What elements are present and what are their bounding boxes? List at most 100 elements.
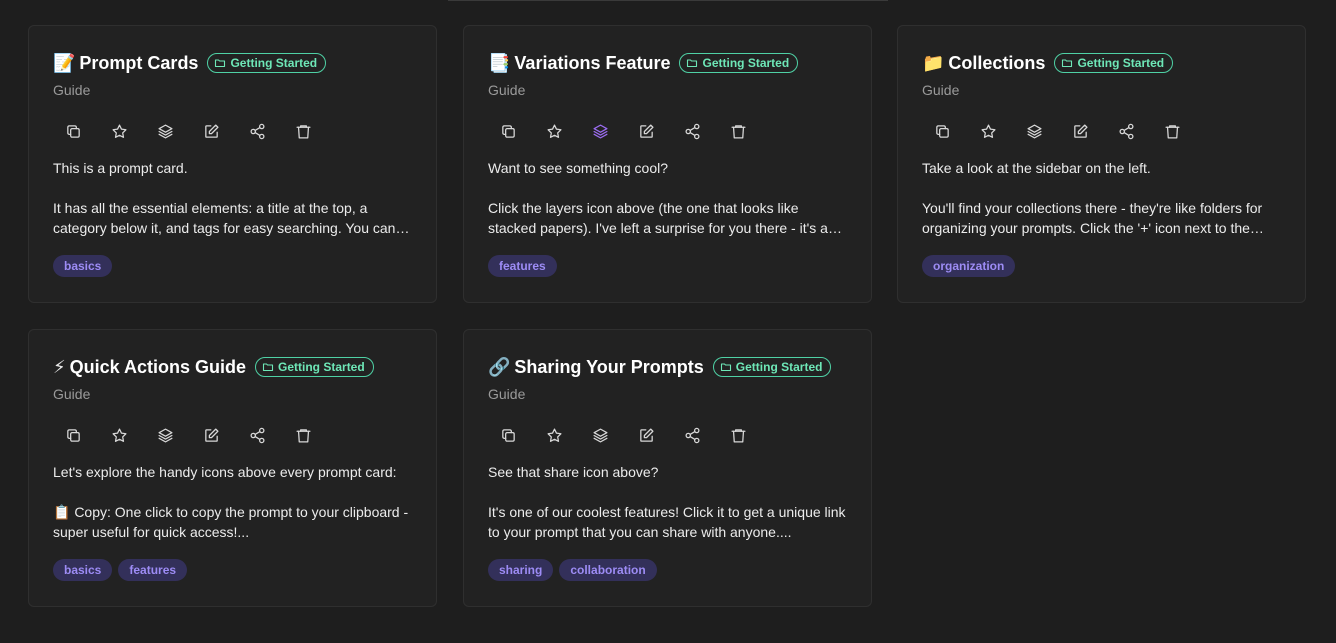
card-emoji: 🔗 bbox=[488, 357, 511, 377]
card-detail: It has all the essential elements: a tit… bbox=[53, 200, 396, 236]
share-button[interactable] bbox=[249, 121, 295, 141]
card-title[interactable]: Sharing Your Prompts bbox=[514, 356, 703, 378]
collection-badge[interactable]: Getting Started bbox=[207, 53, 327, 73]
card-title[interactable]: Prompt Cards bbox=[79, 52, 198, 74]
favorite-button[interactable] bbox=[111, 425, 157, 445]
copy-button[interactable] bbox=[500, 121, 546, 141]
card-title[interactable]: Variations Feature bbox=[514, 52, 670, 74]
card-actions bbox=[500, 121, 776, 141]
tag[interactable]: collaboration bbox=[559, 559, 657, 581]
favorite-button[interactable] bbox=[980, 121, 1026, 141]
tag[interactable]: basics bbox=[53, 255, 113, 277]
card-content: Want to see something cool? Click the la… bbox=[488, 158, 850, 238]
tag[interactable]: features bbox=[118, 559, 188, 581]
prompt-card[interactable]: 📝 Prompt Cards Getting Started Guide Thi… bbox=[28, 25, 437, 303]
variations-button[interactable] bbox=[157, 121, 203, 141]
card-emoji: 📑 bbox=[488, 53, 511, 73]
card-actions bbox=[934, 121, 1210, 141]
share-button[interactable] bbox=[684, 425, 730, 445]
folder-icon bbox=[687, 59, 698, 68]
copy-icon bbox=[936, 124, 949, 138]
collection-badge[interactable]: Getting Started bbox=[712, 357, 832, 377]
trash-icon bbox=[731, 124, 746, 139]
delete-button[interactable] bbox=[295, 121, 341, 141]
star-icon bbox=[981, 123, 996, 138]
edit-button[interactable] bbox=[638, 121, 684, 141]
share-button[interactable] bbox=[1118, 121, 1164, 141]
star-icon bbox=[547, 427, 562, 442]
copy-button[interactable] bbox=[65, 425, 111, 445]
tag-list: sharing collaboration bbox=[488, 559, 663, 581]
share-button[interactable] bbox=[684, 121, 730, 141]
variations-button[interactable] bbox=[592, 425, 638, 445]
share-icon bbox=[250, 123, 265, 139]
card-emoji: ⚡ bbox=[53, 357, 66, 377]
card-content: Take a look at the sidebar on the left. … bbox=[922, 158, 1284, 238]
favorite-button[interactable] bbox=[546, 425, 592, 445]
favorite-button[interactable] bbox=[546, 121, 592, 141]
collection-label: Getting Started bbox=[230, 56, 318, 70]
tag[interactable]: organization bbox=[922, 255, 1016, 277]
edit-icon bbox=[1074, 123, 1088, 138]
collection-label: Getting Started bbox=[1077, 56, 1165, 70]
share-button[interactable] bbox=[249, 425, 295, 445]
tag-list: features bbox=[488, 255, 563, 277]
variations-button[interactable] bbox=[1026, 121, 1072, 141]
prompt-card[interactable]: 📁 Collections Getting Started Guide Take… bbox=[897, 25, 1306, 303]
delete-button[interactable] bbox=[1164, 121, 1210, 141]
copy-button[interactable] bbox=[65, 121, 111, 141]
tag[interactable]: features bbox=[488, 255, 557, 277]
prompt-card[interactable]: ⚡ Quick Actions Guide Getting Started Gu… bbox=[28, 329, 437, 607]
collection-badge[interactable]: Getting Started bbox=[255, 357, 374, 377]
card-category: Guide bbox=[922, 82, 960, 98]
delete-button[interactable] bbox=[730, 425, 776, 445]
trash-icon bbox=[1165, 124, 1180, 139]
folder-icon bbox=[1062, 59, 1073, 68]
edit-button[interactable] bbox=[203, 121, 249, 141]
card-intro: Take a look at the sidebar on the left. bbox=[922, 160, 1151, 176]
card-title[interactable]: Quick Actions Guide bbox=[70, 356, 246, 378]
card-category: Guide bbox=[488, 82, 526, 98]
share-icon bbox=[250, 427, 265, 443]
edit-button[interactable] bbox=[638, 425, 684, 445]
tag-list: basics bbox=[53, 255, 118, 277]
copy-button[interactable] bbox=[934, 121, 980, 141]
copy-button[interactable] bbox=[500, 425, 546, 445]
card-category: Guide bbox=[53, 82, 91, 98]
card-intro: Want to see something cool? bbox=[488, 160, 669, 176]
variations-button[interactable] bbox=[157, 425, 203, 445]
card-actions bbox=[500, 425, 776, 445]
collection-badge[interactable]: Getting Started bbox=[1054, 53, 1174, 73]
favorite-button[interactable] bbox=[111, 121, 157, 141]
tag-list: basics features bbox=[53, 559, 193, 581]
copy-icon bbox=[67, 428, 80, 442]
tag[interactable]: sharing bbox=[488, 559, 554, 581]
collection-badge[interactable]: Getting Started bbox=[679, 53, 799, 73]
layers-icon bbox=[593, 123, 608, 139]
copy-icon bbox=[67, 124, 80, 138]
delete-button[interactable] bbox=[730, 121, 776, 141]
star-icon bbox=[547, 123, 562, 138]
card-detail: Click the layers icon above (the one tha… bbox=[488, 200, 828, 236]
collection-label: Getting Started bbox=[278, 360, 365, 374]
delete-button[interactable] bbox=[295, 425, 341, 445]
edit-button[interactable] bbox=[1072, 121, 1118, 141]
edit-button[interactable] bbox=[203, 425, 249, 445]
share-icon bbox=[1119, 123, 1134, 139]
card-title[interactable]: Collections bbox=[948, 52, 1045, 74]
edit-icon bbox=[205, 123, 219, 138]
variations-button[interactable] bbox=[592, 121, 638, 141]
collection-label: Getting Started bbox=[702, 56, 790, 70]
prompt-card[interactable]: 🔗 Sharing Your Prompts Getting Started G… bbox=[463, 329, 872, 607]
star-icon bbox=[112, 427, 127, 442]
card-detail: 📋 Copy: One click to copy the prompt to … bbox=[53, 504, 409, 540]
folder-icon bbox=[262, 363, 274, 372]
card-content: Let's explore the handy icons above ever… bbox=[53, 462, 415, 542]
top-divider bbox=[448, 0, 888, 1]
prompt-card[interactable]: 📑 Variations Feature Getting Started Gui… bbox=[463, 25, 872, 303]
tag[interactable]: basics bbox=[53, 559, 113, 581]
card-category: Guide bbox=[488, 386, 526, 402]
card-actions bbox=[65, 425, 341, 445]
card-content: See that share icon above? It's one of o… bbox=[488, 462, 850, 542]
layers-icon bbox=[593, 427, 608, 443]
